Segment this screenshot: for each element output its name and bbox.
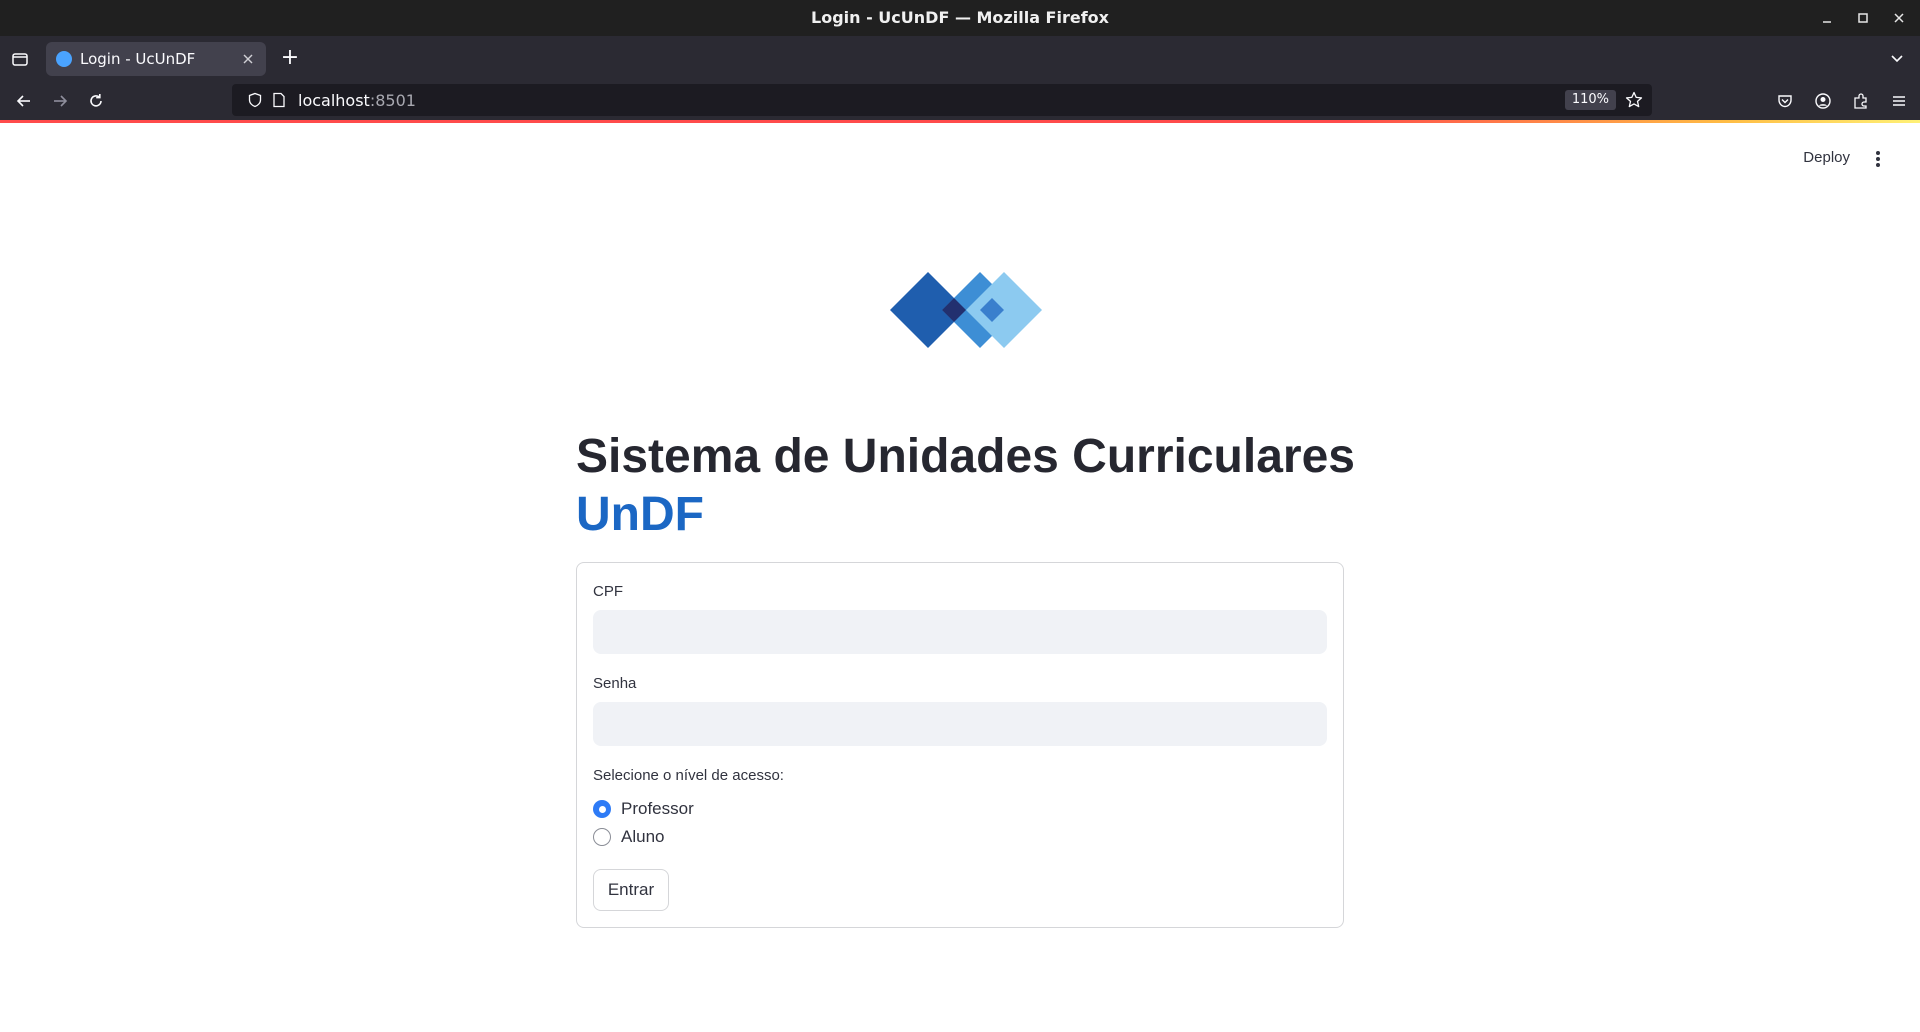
forward-icon[interactable]: [49, 90, 71, 112]
radio-label: Aluno: [621, 827, 665, 846]
maximize-icon[interactable]: [1856, 11, 1870, 25]
tab-overview-icon[interactable]: [10, 49, 30, 69]
radio-unselected-icon[interactable]: [593, 828, 611, 846]
page-title: Sistema de Unidades Curriculares UnDF: [576, 428, 1376, 544]
window-title: Login - UcUnDF — Mozilla Firefox: [811, 8, 1109, 27]
radio-professor[interactable]: Professor: [593, 799, 694, 819]
undf-logo: [890, 272, 1042, 348]
submit-button[interactable]: Entrar: [593, 869, 669, 911]
title-brand: UnDF: [576, 488, 704, 541]
hamburger-menu-icon[interactable]: [1888, 90, 1910, 112]
pocket-icon[interactable]: [1774, 90, 1796, 112]
app-header: Deploy: [0, 123, 1920, 183]
zoom-level-badge[interactable]: 110%: [1564, 90, 1616, 110]
tab-title: Login - UcUnDF: [80, 50, 196, 68]
address-bar[interactable]: localhost:8501 110%: [232, 84, 1652, 116]
window-controls: [1820, 0, 1906, 36]
tab-strip: Login - UcUnDF +: [0, 36, 1920, 82]
reload-icon[interactable]: [85, 90, 107, 112]
more-options-icon[interactable]: [1872, 149, 1884, 169]
url-port: :8501: [369, 90, 416, 110]
page-info-icon[interactable]: [270, 91, 288, 109]
url-text[interactable]: localhost:8501: [298, 91, 416, 110]
account-icon[interactable]: [1812, 90, 1834, 112]
password-input[interactable]: [593, 702, 1327, 746]
title-text: Sistema de Unidades Curriculares: [576, 430, 1355, 483]
list-all-tabs-icon[interactable]: [1888, 49, 1906, 67]
back-icon[interactable]: [13, 90, 35, 112]
close-window-icon[interactable]: [1892, 11, 1906, 25]
cpf-input[interactable]: [593, 610, 1327, 654]
new-tab-icon[interactable]: +: [280, 47, 300, 69]
radio-selected-icon[interactable]: [593, 800, 611, 818]
cpf-label: CPF: [593, 583, 623, 600]
favicon-icon: [56, 51, 72, 67]
radio-label: Professor: [621, 799, 694, 818]
radio-aluno[interactable]: Aluno: [593, 827, 664, 847]
tab-login-ucundf[interactable]: Login - UcUnDF: [46, 42, 266, 76]
minimize-icon[interactable]: [1820, 11, 1834, 25]
shield-icon[interactable]: [246, 91, 264, 109]
window-titlebar: Login - UcUnDF — Mozilla Firefox: [0, 0, 1920, 36]
bookmark-star-icon[interactable]: [1624, 90, 1644, 110]
login-form: CPF Senha Selecione o nível de acesso: P…: [576, 562, 1344, 928]
deploy-button[interactable]: Deploy: [1803, 149, 1850, 166]
toolbar-right: [1774, 90, 1910, 112]
access-level-label: Selecione o nível de acesso:: [593, 767, 784, 784]
navigation-toolbar: localhost:8501 110%: [0, 82, 1920, 120]
password-label: Senha: [593, 675, 637, 692]
close-tab-icon[interactable]: [240, 51, 256, 67]
extensions-icon[interactable]: [1850, 90, 1872, 112]
url-host: localhost: [298, 90, 370, 110]
